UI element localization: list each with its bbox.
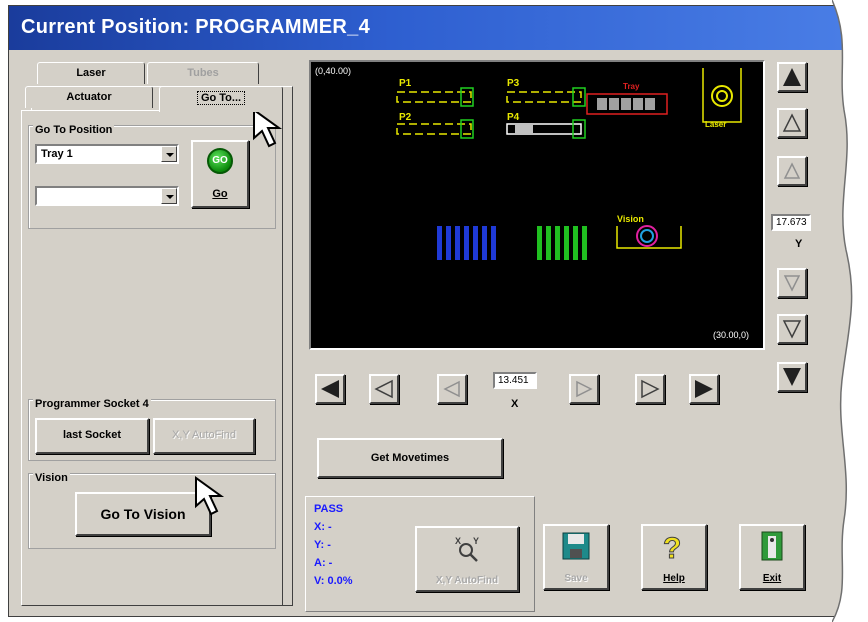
socket-xy-autofind-label: X,Y AutoFind [171, 429, 236, 441]
floppy-disk-icon [562, 532, 590, 560]
pointer-cursor-icon [253, 108, 283, 148]
main-window: Current Position: PROGRAMMER_4 Laser Tub… [8, 5, 858, 617]
help-button[interactable]: ? Help [641, 524, 707, 590]
x-left-step-button[interactable] [437, 374, 467, 404]
tab-laser[interactable]: Laser [37, 62, 145, 84]
arrow-right-icon [576, 380, 593, 398]
y-down-step-button[interactable] [777, 268, 807, 298]
svg-text:?: ? [663, 532, 681, 562]
last-socket-button[interactable]: last Socket [35, 418, 149, 454]
xy-autofind-button[interactable]: X Y X,Y AutoFind [415, 526, 519, 592]
get-movetimes-button[interactable]: Get Movetimes [317, 438, 503, 478]
window-title: Current Position: PROGRAMMER_4 [21, 16, 371, 38]
x-left-fast-button[interactable] [315, 374, 345, 404]
arrow-up-icon [783, 68, 801, 86]
svg-text:X: X [455, 536, 461, 546]
secondary-select[interactable] [35, 186, 179, 206]
tab-goto-label: Go To... [196, 91, 246, 105]
x-right-button[interactable] [635, 374, 665, 404]
x-left-button[interactable] [369, 374, 399, 404]
help-question-icon: ? [663, 532, 682, 563]
arrow-down-icon [782, 320, 802, 339]
tab-tubes[interactable]: Tubes [147, 62, 259, 84]
status-v: V: 0.0% [314, 575, 353, 587]
exit-door-icon [761, 531, 783, 561]
camera-view[interactable]: (0,40.00) (30.00,0) P1 P2 P3 P4 Vision L… [309, 60, 765, 350]
x-right-step-button[interactable] [569, 374, 599, 404]
vision-title: Vision [33, 472, 70, 484]
y-up-fast-button[interactable] [777, 62, 807, 92]
socket-xy-autofind-button[interactable]: X,Y AutoFind [153, 418, 255, 454]
arrow-left-icon [443, 380, 460, 398]
save-button[interactable]: Save [543, 524, 609, 590]
tab-laser-label: Laser [76, 67, 106, 79]
title-bar: Current Position: PROGRAMMER_4 [9, 6, 857, 50]
arrow-up-icon [783, 162, 801, 179]
xy-autofind-label: X,Y AutoFind [435, 575, 499, 586]
tab-actuator-label: Actuator [66, 91, 112, 103]
goto-tab-content: Go To Position Tray 1 GO Go Programmer S… [21, 110, 283, 606]
go-icon-text: GO [212, 155, 228, 166]
arrow-right-icon [695, 380, 713, 398]
exit-button[interactable]: Exit [739, 524, 805, 590]
status-x: X: - [314, 521, 332, 533]
arrow-down-icon [783, 275, 801, 292]
go-to-vision-button[interactable]: Go To Vision [75, 492, 211, 536]
arrow-left-icon [374, 379, 393, 399]
chevron-down-icon[interactable] [161, 146, 177, 162]
tab-tubes-label: Tubes [187, 67, 219, 79]
y-down-button[interactable] [777, 314, 807, 344]
goto-position-title: Go To Position [33, 124, 115, 136]
get-movetimes-label: Get Movetimes [370, 452, 450, 464]
arrow-left-icon [321, 380, 339, 398]
y-up-button[interactable] [777, 108, 807, 138]
y-position-value: 17.673 [776, 217, 807, 228]
x-position-value: 13.451 [498, 375, 529, 386]
x-axis-label: X [511, 398, 519, 410]
y-axis-label: Y [795, 238, 803, 250]
y-position-field[interactable]: 17.673 [771, 214, 811, 231]
status-result: PASS [314, 503, 344, 515]
exit-label: Exit [762, 573, 782, 584]
machine-map-graphic [396, 68, 742, 260]
go-to-vision-label: Go To Vision [100, 506, 186, 522]
vision-group: Vision Go To Vision [28, 472, 276, 549]
position-select-value: Tray 1 [41, 148, 73, 160]
programmer-socket-group: Programmer Socket 4 last Socket X,Y Auto… [28, 398, 276, 461]
position-select[interactable]: Tray 1 [35, 144, 179, 164]
programmer-socket-title: Programmer Socket 4 [33, 398, 151, 410]
chevron-down-icon[interactable] [161, 188, 177, 204]
last-socket-label: last Socket [62, 429, 122, 441]
arrow-down-icon [783, 368, 801, 386]
go-button[interactable]: GO Go [191, 140, 249, 208]
status-y: Y: - [314, 539, 331, 551]
tab-goto[interactable]: Go To... [159, 86, 283, 112]
arrow-up-icon [782, 113, 802, 132]
status-a: A: - [314, 557, 333, 569]
pointer-cursor-icon [195, 476, 225, 516]
x-right-fast-button[interactable] [689, 374, 719, 404]
y-down-fast-button[interactable] [777, 362, 807, 392]
go-button-label: Go [212, 188, 228, 200]
x-position-field[interactable]: 13.451 [493, 372, 537, 389]
tab-actuator[interactable]: Actuator [25, 86, 153, 108]
go-icon: GO [207, 148, 233, 174]
torn-paper-edge [832, 0, 868, 622]
arrow-right-icon [641, 379, 660, 399]
y-up-step-button[interactable] [777, 156, 807, 186]
save-label: Save [564, 573, 588, 584]
magnifier-icon: X Y [455, 536, 479, 562]
svg-text:Y: Y [473, 536, 479, 546]
help-label: Help [663, 573, 685, 584]
goto-position-group: Go To Position Tray 1 GO Go [28, 124, 276, 229]
